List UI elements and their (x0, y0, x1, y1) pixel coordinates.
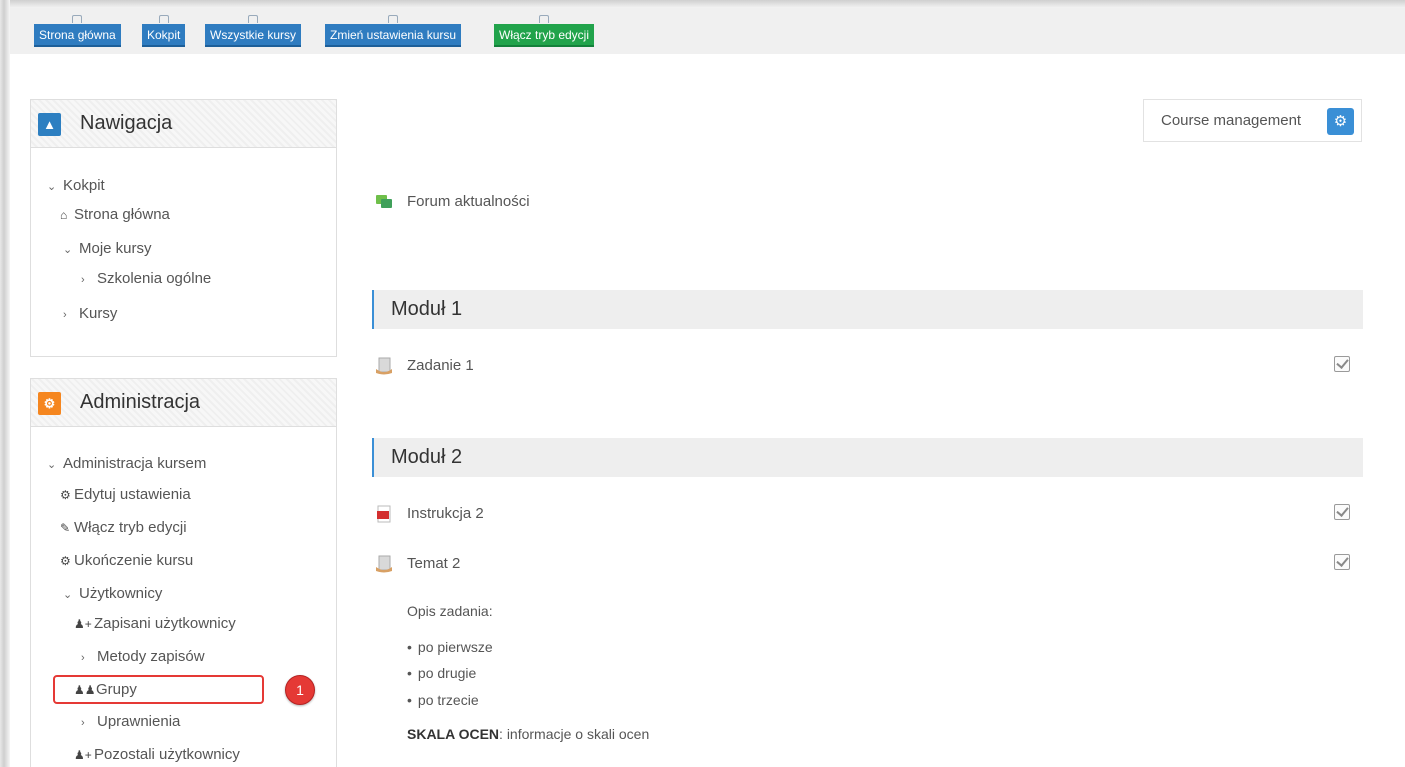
administration-title: Administracja (80, 391, 201, 413)
module-2-header: Moduł 2 (372, 438, 1363, 477)
description-bullet: po drugie (407, 665, 476, 681)
nav-item-home[interactable]: ⌂ Strona główna (60, 206, 170, 223)
forum-icon (376, 195, 392, 208)
chevron-right-icon: › (63, 309, 67, 321)
pdf-file-icon (377, 505, 391, 523)
nav-item-courses[interactable]: › Kursy (63, 305, 117, 322)
chevron-right-icon: › (81, 652, 85, 664)
admin-item-course-admin[interactable]: ⌄ Administracja kursem (47, 455, 206, 472)
nav-item-my-courses[interactable]: ⌄ Moje kursy (63, 240, 152, 257)
navigation-title: Nawigacja (80, 112, 173, 134)
course-management-label: Course management (1161, 112, 1302, 129)
grading-scale-info: : informacje o skali ocen (499, 726, 650, 742)
administration-block: ⚙ Administracja (30, 378, 337, 767)
dashboard-button-label: Kokpit (147, 28, 181, 42)
sitemap-icon: ▲ (38, 113, 61, 136)
admin-item-enrolment-methods[interactable]: › Metody zapisów (81, 648, 205, 665)
course-settings-button-label: Zmień ustawienia kursu (330, 28, 457, 42)
description-bullet: po trzecie (407, 692, 479, 708)
nav-item-general-training[interactable]: › Szkolenia ogólne (81, 270, 211, 287)
groups-highlight-box (53, 675, 264, 704)
nav-item-my-courses-label: Moje kursy (79, 240, 152, 257)
module-1-header: Moduł 1 (372, 290, 1363, 329)
nav-item-home-label: Strona główna (74, 206, 170, 223)
instruction-2-link[interactable]: Instrukcja 2 (407, 505, 484, 522)
topic-2-link[interactable]: Temat 2 (407, 555, 460, 572)
admin-item-enrolled-users[interactable]: ♟+ Zapisani użytkownicy (74, 615, 236, 632)
step-marker-badge: 1 (285, 675, 315, 705)
nav-item-dashboard[interactable]: ⌄ Kokpit (47, 177, 105, 194)
gear-icon: ⚙ (1327, 108, 1354, 135)
home-button[interactable]: Strona główna (34, 15, 121, 47)
admin-item-other-users-label: Pozostali użytkownicy (94, 746, 240, 763)
module-1-title: Moduł 1 (391, 298, 463, 320)
gear-icon: ⚙ (60, 488, 71, 502)
pencil-icon: ✎ (60, 521, 71, 535)
settings-icon (388, 15, 399, 23)
completion-checkbox[interactable] (1334, 356, 1350, 372)
description-heading: Opis zadania: (407, 603, 493, 619)
assignment-icon (376, 555, 392, 573)
assignment-icon (376, 357, 392, 375)
window-frame-left (0, 0, 10, 767)
forum-link[interactable]: Forum aktualności (407, 193, 530, 210)
admin-item-enrolment-methods-label: Metody zapisów (97, 648, 205, 665)
admin-item-edit-settings[interactable]: ⚙ Edytuj ustawienia (60, 486, 191, 503)
chevron-down-icon: ⌄ (47, 459, 57, 471)
courses-icon (248, 15, 258, 23)
home-icon (72, 15, 83, 23)
nav-item-general-training-label: Szkolenia ogólne (97, 270, 212, 287)
home-icon: ⌂ (60, 208, 68, 222)
admin-item-course-admin-label: Administracja kursem (63, 455, 207, 472)
course-management-button[interactable]: Course management ⚙ (1143, 99, 1362, 142)
admin-item-enrolled-users-label: Zapisani użytkownicy (94, 615, 236, 632)
admin-item-users-label: Użytkownicy (79, 585, 163, 602)
top-toolbar: Strona główna Kokpit Wszystkie kursy Zmi… (10, 8, 1405, 54)
user-plus-icon: ♟+ (74, 617, 92, 631)
edit-mode-button[interactable]: Włącz tryb edycji (494, 15, 595, 47)
completion-checkbox[interactable] (1334, 554, 1350, 570)
course-settings-button[interactable]: Zmień ustawienia kursu (325, 15, 462, 47)
admin-item-permissions[interactable]: › Uprawnienia (81, 713, 180, 730)
chevron-down-icon: ⌄ (63, 589, 73, 601)
home-button-label: Strona główna (39, 28, 116, 42)
all-courses-button[interactable]: Wszystkie kursy (205, 15, 302, 47)
nav-item-dashboard-label: Kokpit (63, 177, 105, 194)
admin-item-completion[interactable]: ⚙ Ukończenie kursu (60, 552, 193, 569)
cogs-icon: ⚙ (38, 392, 61, 415)
gear-icon: ⚙ (60, 554, 71, 568)
admin-item-users[interactable]: ⌄ Użytkownicy (63, 585, 162, 602)
admin-item-completion-label: Ukończenie kursu (74, 552, 194, 569)
admin-item-permissions-label: Uprawnienia (97, 713, 181, 730)
admin-item-other-users[interactable]: ♟+ Pozostali użytkownicy (74, 746, 240, 763)
chevron-down-icon: ⌄ (47, 181, 57, 193)
chevron-down-icon: ⌄ (63, 244, 73, 256)
grading-scale-text: SKALA OCEN: informacje o skali ocen (407, 726, 649, 742)
nav-item-courses-label: Kursy (79, 305, 118, 322)
chevron-right-icon: › (81, 717, 85, 729)
description-bullet: po pierwsze (407, 639, 493, 655)
administration-block-header: ⚙ Administracja (31, 379, 336, 427)
edit-icon (539, 15, 550, 23)
grading-scale-label: SKALA OCEN (407, 726, 500, 742)
user-plus-icon: ♟+ (74, 748, 92, 762)
dashboard-button[interactable]: Kokpit (142, 15, 186, 47)
navigation-block-header: ▲ Nawigacja (31, 100, 336, 148)
chevron-right-icon: › (81, 274, 85, 286)
admin-item-edit-settings-label: Edytuj ustawienia (74, 486, 191, 503)
dashboard-icon (158, 15, 169, 23)
admin-item-edit-mode[interactable]: ✎ Włącz tryb edycji (60, 519, 187, 536)
all-courses-button-label: Wszystkie kursy (210, 28, 297, 42)
task-1-link[interactable]: Zadanie 1 (407, 357, 474, 374)
completion-checkbox[interactable] (1334, 504, 1350, 520)
admin-item-edit-mode-label: Włącz tryb edycji (74, 519, 187, 536)
edit-mode-button-label: Włącz tryb edycji (499, 28, 590, 42)
module-2-title: Moduł 2 (391, 446, 463, 468)
window-frame-top (0, 0, 1405, 8)
